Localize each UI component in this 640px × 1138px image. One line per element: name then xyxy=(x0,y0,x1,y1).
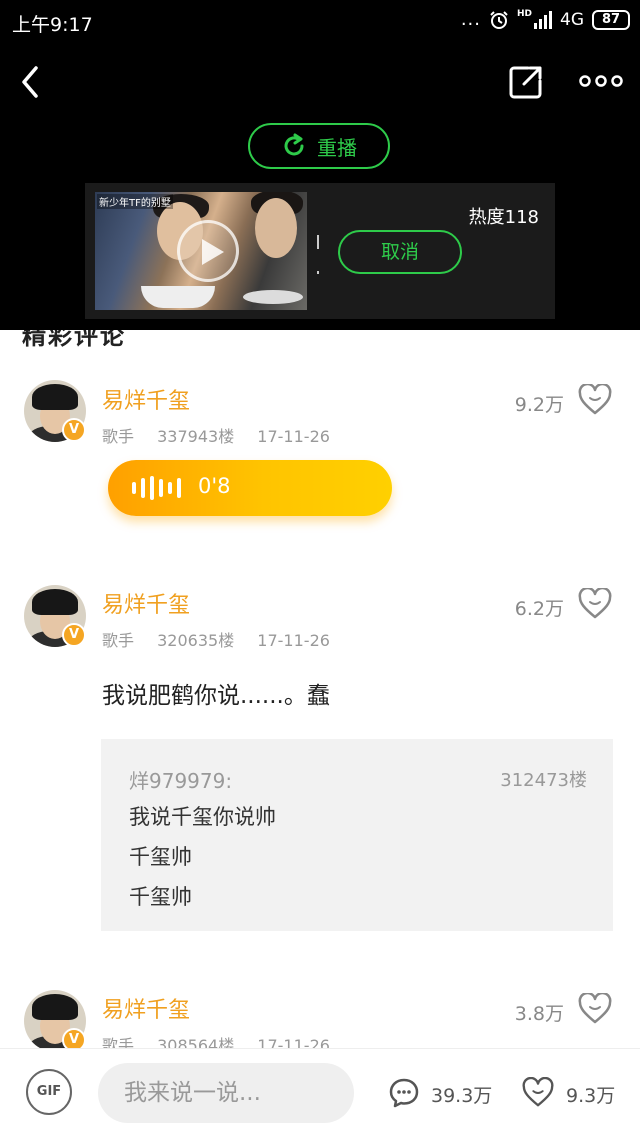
more-dots-icon xyxy=(579,75,623,87)
quoted-reply[interactable]: 烊979979: 312473楼 我说千玺你说帅 千玺帅 千玺帅 xyxy=(101,739,613,931)
refresh-icon xyxy=(284,133,304,156)
comment-author[interactable]: 易烊千玺 xyxy=(102,587,190,619)
battery-icon: 87 xyxy=(592,9,630,30)
comment-meta: 歌手 320635楼 17-11-26 xyxy=(102,627,348,651)
status-time: 上午9:17 xyxy=(12,14,93,36)
heart-icon xyxy=(578,586,612,619)
status-dots: ... xyxy=(460,9,481,30)
quoted-line: 千玺帅 xyxy=(129,885,192,909)
heart-icon xyxy=(522,1076,554,1107)
video-caption: 新少年TF的别墅 xyxy=(97,194,173,209)
status-bar: 上午9:17 ... HD 4G 87 xyxy=(0,0,640,44)
comment-author[interactable]: 易烊千玺 xyxy=(102,383,190,415)
replay-button[interactable]: 重播 xyxy=(248,123,390,169)
floor-number: 337943楼 xyxy=(157,427,235,446)
share-external-icon xyxy=(509,66,542,99)
back-button[interactable] xyxy=(16,62,46,102)
comment-date: 17-11-26 xyxy=(257,427,330,446)
status-icons: ... HD 4G 87 xyxy=(461,9,630,30)
floor-number: 320635楼 xyxy=(157,631,235,650)
comment-count[interactable]: 39.3万 xyxy=(431,1081,492,1108)
voice-duration: 0'8 xyxy=(198,474,231,498)
quoted-floor: 312473楼 xyxy=(500,770,587,791)
author-role: 歌手 xyxy=(102,427,135,446)
like-button[interactable] xyxy=(578,586,612,620)
comment-bubble-icon xyxy=(389,1078,419,1108)
comment-author[interactable]: 易烊千玺 xyxy=(102,992,190,1024)
like-button[interactable] xyxy=(578,382,612,416)
gif-button[interactable]: GIF xyxy=(26,1069,72,1115)
share-button[interactable] xyxy=(508,64,544,100)
quoted-user[interactable]: 烊979979: xyxy=(129,765,232,794)
video-header-area: 上午9:17 ... HD 4G 87 重播 新少年TF的别墅 热度118 取消 xyxy=(0,0,640,330)
like-count: 6.2万 xyxy=(514,598,564,620)
heart-icon xyxy=(578,991,612,1024)
hd-indicator: HD xyxy=(516,9,532,19)
play-icon[interactable] xyxy=(177,220,239,282)
like-button[interactable] xyxy=(578,991,612,1025)
video-thumbnail[interactable]: 新少年TF的别墅 xyxy=(95,192,307,310)
like-count: 9.2万 xyxy=(514,394,564,416)
quoted-line: 我说千玺你说帅 xyxy=(129,805,276,829)
cancel-button[interactable]: 取消 xyxy=(338,230,462,274)
voice-message-button[interactable]: 0'8 xyxy=(108,460,392,516)
heat-label: 热度118 xyxy=(468,207,539,228)
heart-icon xyxy=(578,382,612,415)
comment-meta: 歌手 337943楼 17-11-26 xyxy=(102,423,348,447)
voice-wave-icon xyxy=(132,476,181,500)
like-count: 3.8万 xyxy=(514,1003,564,1025)
comment-input[interactable] xyxy=(98,1063,354,1123)
chevron-left-icon xyxy=(22,66,38,98)
like-total-count[interactable]: 9.3万 xyxy=(566,1081,615,1108)
verified-badge-icon: V xyxy=(62,623,86,647)
network-type: 4G xyxy=(560,9,584,30)
comments-button[interactable] xyxy=(388,1077,420,1109)
comment-text: 我说肥鹤你说......。蠢 xyxy=(102,683,330,709)
bottom-input-bar: GIF 39.3万 9.3万 xyxy=(0,1048,640,1138)
comment-date: 17-11-26 xyxy=(257,631,330,650)
verified-badge-icon: V xyxy=(62,418,86,442)
like-total-button[interactable] xyxy=(522,1076,554,1109)
author-role: 歌手 xyxy=(102,631,135,650)
replay-label: 重播 xyxy=(317,135,357,160)
more-button[interactable] xyxy=(578,70,624,92)
video-preview-card: 新少年TF的别墅 热度118 取消 xyxy=(85,183,555,319)
signal-icon xyxy=(534,10,552,29)
alarm-icon xyxy=(490,10,508,29)
quoted-line: 千玺帅 xyxy=(129,845,192,869)
